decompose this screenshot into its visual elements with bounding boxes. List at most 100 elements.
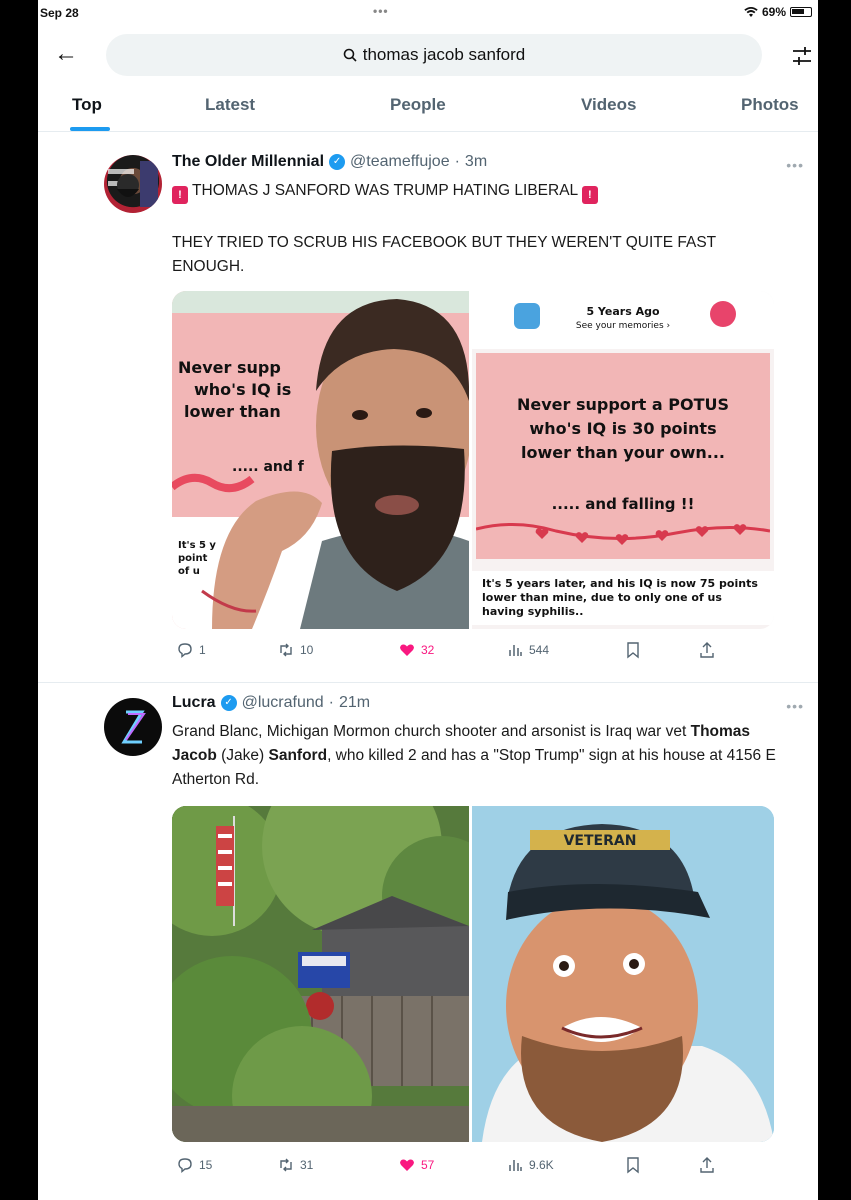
person-illustration	[172, 299, 469, 629]
views-button[interactable]: 9.6K	[506, 1156, 554, 1174]
like-button[interactable]: 32	[398, 641, 434, 659]
share-icon	[700, 1157, 714, 1173]
flower-icon	[710, 301, 736, 327]
wifi-icon	[744, 6, 758, 17]
alarm-icon: !	[172, 186, 188, 204]
tweet-media[interactable]: Never supp who's IQ is lower than ..... …	[172, 291, 774, 629]
meme-right-falling: ..... and falling !!	[551, 495, 695, 513]
memory-meme-image[interactable]: 5 Years Ago See your memories › Never su…	[472, 291, 774, 629]
portrait-photo[interactable]: VETERAN	[472, 806, 774, 1142]
author-handle[interactable]: @teameffujoe	[350, 153, 450, 171]
author-name[interactable]: The Older Millennial	[172, 153, 324, 171]
bookmark-icon	[627, 1157, 639, 1174]
heart-filled-icon	[400, 1159, 414, 1171]
repost-count: 31	[300, 1158, 314, 1172]
battery-percent: 69%	[761, 5, 786, 19]
meme-right-line: lower than your own...	[520, 443, 726, 462]
like-count: 32	[421, 643, 435, 657]
view-count: 544	[529, 643, 550, 657]
body-bold-name: Sanford	[268, 747, 328, 764]
device-frame: Sep 28 ••• 69% ← thomas jacob sanford To…	[0, 0, 851, 1200]
bookmark-button[interactable]	[624, 1156, 642, 1174]
tweet-media[interactable]: VETERAN	[172, 806, 774, 1142]
more-options-icon[interactable]: •••	[786, 157, 804, 173]
battery-icon	[790, 7, 812, 17]
active-tab-indicator	[70, 127, 110, 131]
share-button[interactable]	[698, 641, 716, 659]
avatar-art	[108, 161, 158, 207]
views-chart-icon	[509, 1160, 522, 1171]
tweet-time[interactable]: 3m	[465, 153, 487, 171]
cap-text: VETERAN	[564, 833, 637, 849]
dot-separator: ·	[328, 694, 334, 711]
view-count: 9.6K	[529, 1158, 554, 1172]
house-scene	[172, 806, 469, 1142]
status-indicators: 69%	[744, 5, 812, 19]
author-handle[interactable]: @lucrafund	[242, 694, 324, 712]
views-chart-icon	[509, 645, 522, 656]
repost-icon	[280, 1158, 292, 1172]
reply-button[interactable]: 1	[176, 641, 206, 659]
share-button[interactable]	[698, 1156, 716, 1174]
memories-app-icon	[514, 303, 540, 329]
status-date: Sep 28	[40, 6, 79, 20]
tweet-card[interactable]: Lucra ✓ @lucrafund · 21m ••• Grand Blanc…	[38, 684, 818, 1200]
body-text: Grand Blanc, Michigan Mormon church shoo…	[172, 723, 691, 740]
repost-count: 10	[300, 643, 314, 657]
back-arrow-icon[interactable]: ←	[54, 40, 78, 68]
headline-text: THOMAS J SANFORD WAS TRUMP HATING LIBERA…	[192, 182, 578, 199]
bookmark-icon	[627, 642, 639, 659]
tweet-time[interactable]: 21m	[339, 694, 370, 712]
tweet-headline: ! THOMAS J SANFORD WAS TRUMP HATING LIBE…	[172, 179, 782, 204]
app-screen: Sep 28 ••• 69% ← thomas jacob sanford To…	[38, 0, 818, 1200]
tab-people[interactable]: People	[390, 95, 446, 115]
more-options-icon[interactable]: •••	[786, 698, 804, 714]
tweet-card[interactable]: The Older Millennial ✓ @teameffujoe · 3m…	[38, 133, 818, 683]
reply-icon	[178, 1158, 192, 1173]
meme-right-line: who's IQ is 30 points	[529, 419, 717, 438]
memory-title: 5 Years Ago	[586, 305, 660, 318]
views-button[interactable]: 544	[506, 641, 549, 659]
repost-icon	[280, 643, 292, 657]
verified-badge-icon: ✓	[220, 695, 237, 711]
like-count: 57	[421, 1158, 435, 1172]
tweet-body: Grand Blanc, Michigan Mormon church shoo…	[172, 720, 782, 792]
reply-count: 1	[199, 643, 206, 657]
meme-right-line: Never support a POTUS	[516, 395, 730, 414]
repost-button[interactable]: 31	[277, 1156, 313, 1174]
author-name[interactable]: Lucra	[172, 694, 216, 712]
multitask-dots[interactable]: •••	[373, 4, 389, 18]
tab-photos[interactable]: Photos	[741, 95, 799, 115]
filter-sliders-icon[interactable]	[790, 44, 814, 68]
tab-videos[interactable]: Videos	[581, 95, 636, 115]
avatar[interactable]	[104, 155, 162, 213]
reply-button[interactable]: 15	[176, 1156, 212, 1174]
tweet-header: Lucra ✓ @lucrafund · 21m	[172, 694, 370, 712]
bookmark-button[interactable]	[624, 641, 642, 659]
memory-subtitle[interactable]: See your memories ›	[562, 321, 684, 331]
tab-top[interactable]: Top	[72, 95, 102, 115]
lucra-logo-icon	[121, 710, 146, 744]
meme-right-caption: It's 5 years later, and his IQ is now 75…	[472, 571, 774, 625]
alarm-icon: !	[581, 186, 598, 204]
avatar[interactable]	[104, 698, 162, 756]
tweet-actions: 15 31 57 9.6K	[172, 1156, 732, 1178]
body-text: (Jake)	[216, 747, 269, 764]
heart-filled-icon	[400, 644, 414, 656]
tweet-actions: 1 10 32 544	[172, 641, 732, 663]
video-screenshot[interactable]: Never supp who's IQ is lower than ..... …	[172, 291, 469, 629]
house-photo[interactable]	[172, 806, 469, 1142]
repost-button[interactable]: 10	[277, 641, 313, 659]
search-query: thomas jacob sanford	[362, 45, 526, 64]
share-icon	[700, 642, 714, 658]
hearts-decoration	[476, 523, 770, 545]
search-field[interactable]: thomas jacob sanford	[106, 34, 762, 76]
search-tabs: Top Latest People Videos Photos	[38, 84, 818, 132]
like-button[interactable]: 57	[398, 1156, 434, 1174]
man-with-cap: VETERAN	[472, 806, 774, 1142]
tweet-header: The Older Millennial ✓ @teameffujoe · 3m	[172, 153, 487, 171]
meme-right-text: Never support a POTUS who's IQ is 30 poi…	[476, 393, 770, 465]
reply-count: 15	[199, 1158, 213, 1172]
tab-latest[interactable]: Latest	[205, 95, 255, 115]
search-icon	[343, 48, 357, 62]
